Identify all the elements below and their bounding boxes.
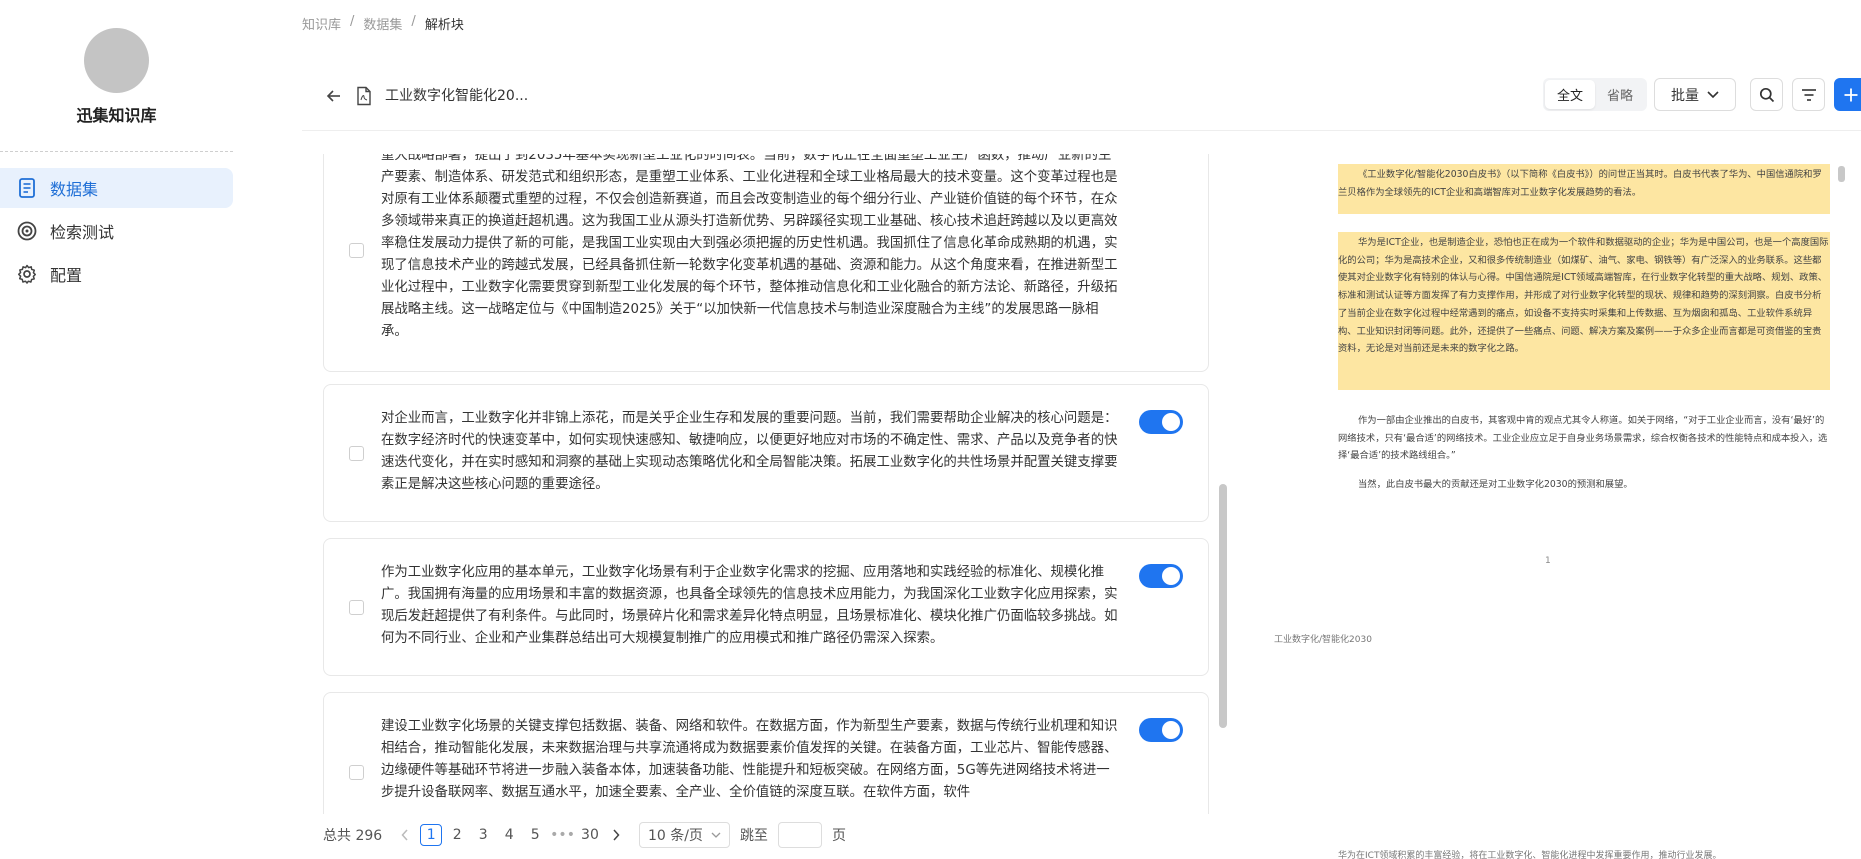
page-5-button[interactable]: 5 (524, 824, 546, 846)
header-divider (302, 130, 1861, 131)
chunk-enable-toggle[interactable] (1139, 410, 1183, 434)
page-size-select[interactable]: 10 条/页 (638, 822, 730, 848)
sidebar-divider (0, 151, 233, 152)
scrollbar-thumb[interactable] (1838, 166, 1845, 182)
breadcrumb-separator: / (350, 14, 355, 29)
target-icon (16, 220, 38, 242)
chunk-card[interactable]: 重大战略部署，提出了到2035年基本实现新型工业化的时间表。当前，数字化正在全面… (323, 154, 1209, 372)
scrollbar-thumb[interactable] (1219, 484, 1227, 728)
breadcrumb-separator: / (411, 14, 416, 29)
prev-page-button[interactable] (394, 824, 416, 846)
sidebar-item-label: 配置 (50, 266, 83, 285)
sidebar-item-label: 数据集 (50, 180, 99, 199)
chunk-text: 建设工业数字化场景的关键支撑包括数据、装备、网络和软件。在数据方面，作为新型生产… (381, 719, 1118, 800)
chunk-card[interactable]: 建设工业数字化场景的关键支撑包括数据、装备、网络和软件。在数据方面，作为新型生产… (323, 692, 1209, 814)
pagination: 总共 296 1 2 3 4 5 ••• 30 10 条/页 跳至 页 (323, 820, 846, 850)
app-root: 迅集知识库 数据集 检索测试 配置 知识库 / 数据集 / 解析块 工业数字化智… (0, 0, 1861, 859)
more-pages-button[interactable]: ••• (550, 824, 575, 846)
search-button[interactable] (1750, 78, 1783, 111)
chunk-list-scrollbar[interactable] (1219, 154, 1227, 814)
avatar (84, 28, 149, 93)
filter-button[interactable] (1792, 78, 1825, 111)
batch-label: 批量 (1671, 87, 1699, 104)
chunk-header: 工业数字化智能化20... 全文 省略 批量 (318, 78, 1861, 122)
chunk-text: 作为工业数字化应用的基本单元，工业数字化场景有利于企业数字化需求的挖掘、应用落地… (381, 565, 1118, 646)
preview-highlight-paragraph: 华为是ICT企业，也是制造企业，恐怕也正在成为一个软件和数据驱动的企业；华为是中… (1338, 237, 1829, 355)
preview-highlight-paragraph: 《工业数字化/智能化2030白皮书》（以下简称《白皮书》）的问世正当其时。白皮书… (1338, 169, 1822, 198)
chunk-checkbox[interactable] (349, 243, 364, 258)
page-unit-label: 页 (831, 828, 846, 844)
next-page-fragment: 华为在ICT领域积累的丰富经验，将在工业数字化、智能化进程中发挥重要作用，推动行… (1338, 851, 1722, 859)
plus-icon (1844, 88, 1857, 101)
chunk-enable-toggle[interactable] (1139, 564, 1183, 588)
preview-paragraph: 当然，此白皮书最大的贡献还是对工业数字化2030的预测和展望。 (1358, 479, 1633, 490)
jump-label: 跳至 (739, 828, 768, 844)
page-3-button[interactable]: 3 (472, 824, 494, 846)
view-full-button[interactable]: 全文 (1545, 80, 1596, 109)
preview-paragraph: 作为一部由企业推出的白皮书，其客观中肯的观点尤其令人称道。如关于网络，“对于工业… (1338, 415, 1828, 462)
sidebar: 迅集知识库 数据集 检索测试 配置 (0, 0, 240, 859)
next-page-button[interactable] (605, 824, 627, 846)
chunk-checkbox[interactable] (349, 446, 364, 461)
page-4-button[interactable]: 4 (498, 824, 520, 846)
sidebar-item-label: 检索测试 (50, 223, 115, 242)
chevron-down-icon (711, 832, 721, 838)
document-title: 工业数字化智能化20... (385, 88, 529, 104)
page-2-button[interactable]: 2 (446, 824, 468, 846)
gear-icon (16, 263, 38, 285)
chunk-card[interactable]: 对企业而言，工业数字化并非锦上添花，而是关乎企业生存和发展的重要问题。当前，我们… (323, 384, 1209, 522)
jump-page-input[interactable] (777, 822, 822, 848)
back-arrow-icon[interactable] (324, 86, 344, 106)
add-chunk-button[interactable] (1834, 78, 1861, 111)
pdf-file-icon (357, 86, 371, 106)
filter-icon (1801, 88, 1816, 101)
batch-dropdown[interactable]: 批量 (1654, 78, 1736, 111)
sidebar-item-dataset[interactable]: 数据集 (0, 168, 233, 208)
app-name: 迅集知识库 (76, 106, 157, 125)
page-size-value: 10 条/页 (647, 828, 703, 844)
chunk-checkbox[interactable] (349, 600, 364, 615)
breadcrumb: 知识库 / 数据集 / 解析块 (302, 14, 464, 33)
breadcrumb-item-dataset[interactable]: 数据集 (363, 14, 402, 33)
chunk-enable-toggle[interactable] (1139, 718, 1183, 742)
page-1-button[interactable]: 1 (420, 824, 443, 846)
chunk-list: 重大战略部署，提出了到2035年基本实现新型工业化的时间表。当前，数字化正在全面… (323, 154, 1223, 814)
page-number: 1 (1545, 556, 1551, 566)
document-icon (16, 177, 38, 199)
document-preview: 《工业数字化/智能化2030白皮书》（以下简称《白皮书》）的问世正当其时。白皮书… (1262, 154, 1845, 859)
breadcrumb-item-current: 解析块 (424, 18, 464, 33)
page-30-button[interactable]: 30 (579, 824, 601, 846)
chevron-down-icon (1707, 90, 1719, 98)
chunk-text: 对企业而言，工业数字化并非锦上添花，而是关乎企业生存和发展的重要问题。当前，我们… (381, 411, 1118, 492)
breadcrumb-item-knowledge-base[interactable]: 知识库 (302, 14, 341, 33)
chevron-left-icon (401, 829, 408, 841)
page-footer: 工业数字化/智能化2030 (1274, 635, 1372, 645)
chunk-checkbox[interactable] (349, 765, 364, 780)
total-count: 总共 296 (323, 828, 383, 844)
search-icon (1759, 87, 1774, 102)
chevron-right-icon (613, 829, 620, 841)
chunk-card[interactable]: 作为工业数字化应用的基本单元，工业数字化场景有利于企业数字化需求的挖掘、应用落地… (323, 538, 1209, 676)
sidebar-item-retrieval-test[interactable]: 检索测试 (0, 211, 233, 251)
view-brief-button[interactable]: 省略 (1595, 80, 1645, 109)
view-mode-toggle: 全文 省略 (1543, 78, 1648, 111)
chunk-text: 重大战略部署，提出了到2035年基本实现新型工业化的时间表。当前，数字化正在全面… (381, 154, 1118, 339)
sidebar-item-settings[interactable]: 配置 (0, 254, 233, 294)
preview-scrollbar[interactable] (1838, 154, 1845, 859)
